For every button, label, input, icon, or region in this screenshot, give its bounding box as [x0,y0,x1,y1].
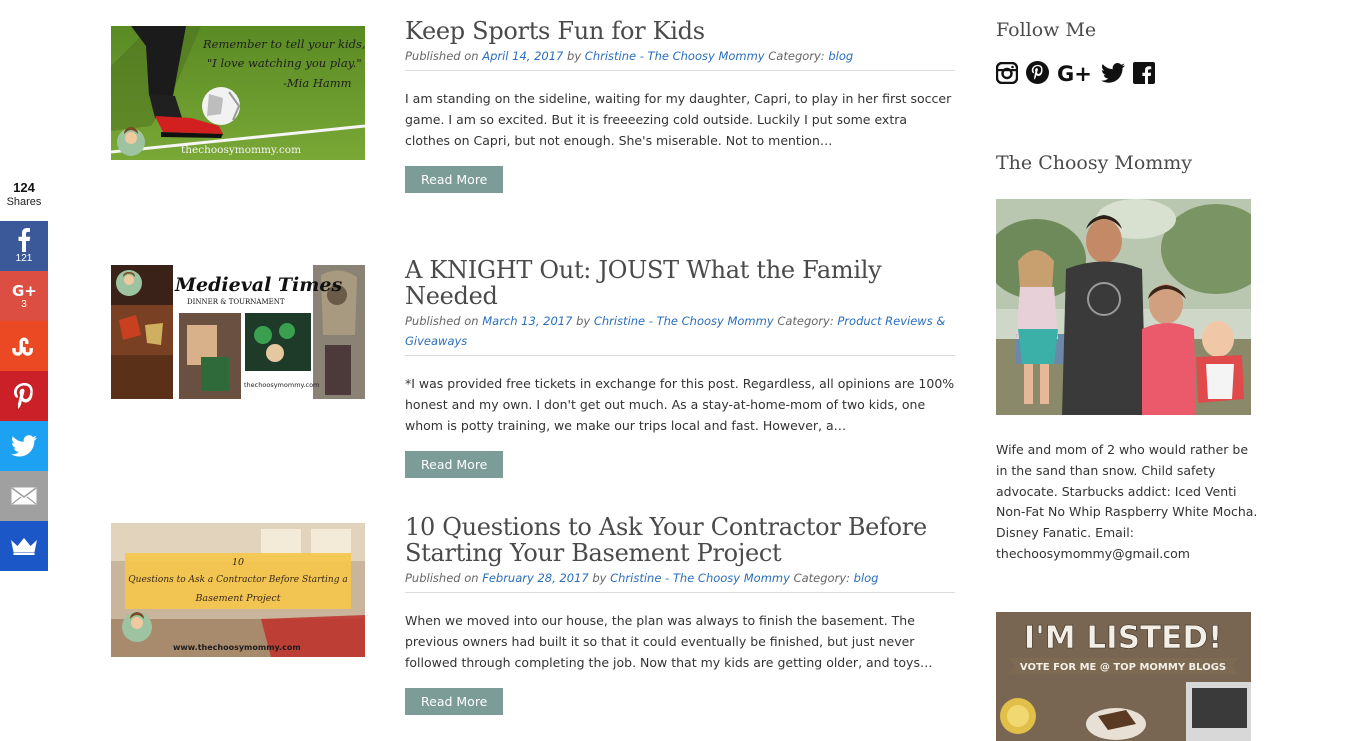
read-more-button[interactable]: Read More [405,688,504,716]
published-prefix: Published on [405,571,479,585]
post-excerpt: *I was provided free tickets in exchange… [405,376,955,433]
post-meta: Published on April 14, 2017 by Christine… [405,46,955,71]
pinterest-icon [14,383,33,409]
post-thumbnail-basement[interactable]: 10 Questions to Ask a Contractor Before … [111,523,365,657]
post-meta: Published on March 13, 2017 by Christine… [405,311,955,356]
about-widget-title: The Choosy Mommy [996,152,1193,174]
google-plus-share-count: 3 [21,299,27,310]
sumome-crown-button[interactable] [0,521,48,571]
svg-text:G+: G+ [12,282,37,298]
category-label: Category: [768,49,825,63]
post-card: Medieval Times DINNER & TOURNAMENT thech… [111,257,956,479]
share-total: 124 Shares [0,178,48,221]
basement-thumbnail-image: 10 Questions to Ask a Contractor Before … [111,523,365,657]
post-excerpt: When we moved into our house, the plan w… [405,613,933,670]
post-thumbnail-soccer[interactable]: Remember to tell your kids, "I love watc… [111,26,365,160]
post-date-link[interactable]: March 13, 2017 [482,314,572,328]
email-share-button[interactable] [0,471,48,521]
share-total-label: Shares [6,196,42,208]
by-label: by [576,314,591,328]
author-link[interactable]: Christine - The Choosy Mommy [594,314,774,328]
author-link[interactable]: Christine - The Choosy Mommy [585,49,765,63]
thumb-site-text: www.thechoosymommy.com [173,643,301,652]
author-bio: Wife and mom of 2 who would rather be in… [996,442,1258,561]
google-plus-share-button[interactable]: G+ 3 [0,271,48,321]
thumb-line3: Basement Project [194,593,280,604]
floating-share-bar: 124 Shares 121 G+ 3 [0,178,48,571]
by-label: by [567,49,582,63]
thumb-line1: 10 [232,557,244,568]
category-link[interactable]: blog [854,571,879,585]
pinterest-share-button[interactable] [0,371,48,421]
facebook-share-count: 121 [15,253,33,264]
read-more-button[interactable]: Read More [405,166,504,194]
top-mommy-blogs-badge[interactable]: I'M LISTED! VOTE FOR ME @ TOP MOMMY BLOG… [996,612,1251,741]
google-plus-icon-text: G+ [1057,62,1092,84]
post-title[interactable]: 10 Questions to Ask Your Contractor Befo… [405,514,955,566]
post-title[interactable]: A KNIGHT Out: JOUST What the Family Need… [405,257,955,309]
post-excerpt: I am standing on the sideline, waiting f… [405,91,952,148]
facebook-icon [18,228,31,252]
im-listed-badge-image: I'M LISTED! VOTE FOR ME @ TOP MOMMY BLOG… [996,612,1251,741]
post-body: A KNIGHT Out: JOUST What the Family Need… [405,257,955,479]
thumb-line2: Questions to Ask a Contractor Before Sta… [128,575,347,585]
share-total-count: 124 [13,180,35,195]
author-family-photo [996,199,1251,415]
pinterest-icon[interactable] [1026,61,1049,84]
by-label: by [592,571,607,585]
post-body: 10 Questions to Ask Your Contractor Befo… [405,514,955,716]
post-date-link[interactable]: April 14, 2017 [482,49,563,63]
published-prefix: Published on [405,49,479,63]
read-more-button[interactable]: Read More [405,451,504,479]
twitter-icon[interactable] [1101,62,1125,83]
facebook-icon[interactable] [1133,61,1155,84]
thumb-site-text: thechoosymommy.com [181,144,301,156]
post-meta: Published on February 28, 2017 by Christ… [405,568,955,593]
google-plus-icon[interactable]: G+ [1057,62,1093,84]
post-date-link[interactable]: February 28, 2017 [482,571,588,585]
stumbleupon-icon [12,337,33,356]
post-card: 10 Questions to Ask a Contractor Before … [111,514,956,734]
twitter-icon [11,435,37,457]
follow-me-title: Follow Me [996,19,1097,41]
category-label: Category: [793,571,850,585]
crown-icon [11,538,37,555]
medieval-times-thumbnail-image: Medieval Times DINNER & TOURNAMENT thech… [111,265,365,399]
thumb-site-text: thechoosymommy.com [244,381,319,389]
author-link[interactable]: Christine - The Choosy Mommy [610,571,790,585]
category-link[interactable]: blog [828,49,853,63]
im-listed-text: I'M LISTED! [1024,620,1222,656]
google-plus-icon: G+ [12,282,37,298]
post-body: Keep Sports Fun for Kids Published on Ap… [405,18,955,194]
thumb-logo-line2: DINNER & TOURNAMENT [187,298,285,306]
category-label: Category: [777,314,834,328]
follow-icons-row: G+ [996,61,1155,84]
post-thumbnail-medieval-times[interactable]: Medieval Times DINNER & TOURNAMENT thech… [111,265,365,399]
thumb-quote-line2: "I love watching you play." [207,56,362,70]
stumbleupon-share-button[interactable] [0,321,48,371]
facebook-share-button[interactable]: 121 [0,221,48,271]
instagram-icon[interactable] [996,61,1018,84]
email-icon [11,487,37,505]
soccer-thumbnail-image: Remember to tell your kids, "I love watc… [111,26,365,160]
thumb-quote-line1: Remember to tell your kids, [202,37,365,51]
post-title[interactable]: Keep Sports Fun for Kids [405,18,955,44]
post-card: Remember to tell your kids, "I love watc… [111,18,956,208]
vote-for-me-text: VOTE FOR ME @ TOP MOMMY BLOGS [1020,662,1226,673]
thumb-logo-line1: Medieval Times [174,274,342,296]
family-photo-image [996,199,1251,415]
twitter-share-button[interactable] [0,421,48,471]
thumb-quote-line3: -Mia Hamm [283,76,352,90]
published-prefix: Published on [405,314,479,328]
